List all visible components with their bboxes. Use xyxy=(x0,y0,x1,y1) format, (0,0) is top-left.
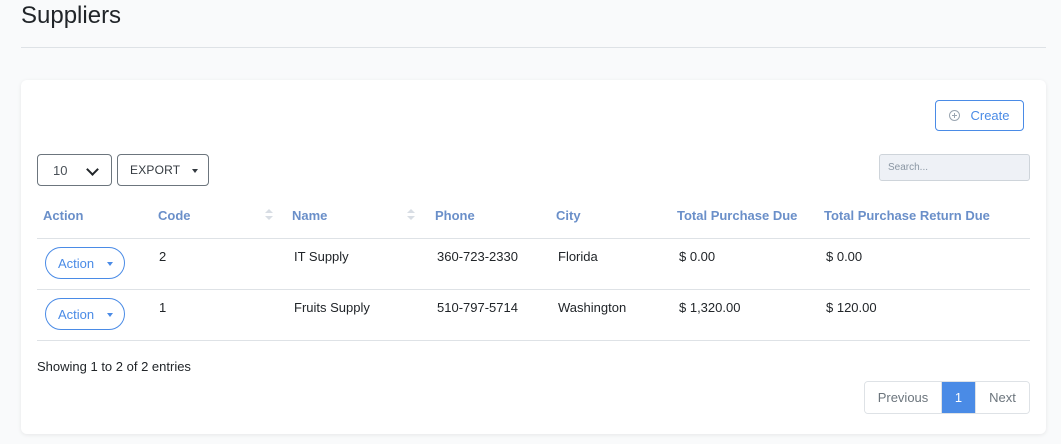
cell-total-purchase-due: $ 1,320.00 xyxy=(677,289,824,341)
column-header-phone[interactable]: Phone xyxy=(435,192,556,239)
cell-phone: 510-797-5714 xyxy=(435,289,556,341)
pagination-next-button[interactable]: Next xyxy=(975,382,1029,413)
table-info-text: Showing 1 to 2 of 2 entries xyxy=(37,359,191,374)
export-button-label: EXPORT xyxy=(130,163,181,177)
column-header-total-purchase-due[interactable]: Total Purchase Due xyxy=(677,192,824,239)
sort-icon xyxy=(265,209,273,221)
row-action-button[interactable]: Action xyxy=(45,298,125,330)
export-button[interactable]: EXPORT xyxy=(117,154,209,186)
pagination-previous-button[interactable]: Previous xyxy=(865,382,942,413)
table-row: Action 2 IT Supply 360-723-2330 Florida … xyxy=(37,238,1030,290)
page-length-select[interactable]: 10 xyxy=(37,154,112,186)
table-row: Action 1 Fruits Supply 510-797-5714 Wash… xyxy=(37,289,1030,341)
cell-action: Action xyxy=(37,238,158,290)
cell-code: 2 xyxy=(158,238,292,290)
page-length-value: 10 xyxy=(53,162,68,178)
caret-down-icon xyxy=(107,262,113,266)
title-divider xyxy=(21,47,1046,48)
pagination: Previous 1 Next xyxy=(864,381,1030,414)
cell-name: Fruits Supply xyxy=(292,289,435,341)
sort-icon xyxy=(407,209,415,221)
column-header-total-purchase-return-due[interactable]: Total Purchase Return Due xyxy=(824,192,1030,239)
cell-total-purchase-due: $ 0.00 xyxy=(677,238,824,290)
chevron-down-icon xyxy=(86,163,99,176)
column-header-action: Action xyxy=(37,192,158,239)
column-header-city[interactable]: City xyxy=(556,192,677,239)
cell-phone: 360-723-2330 xyxy=(435,238,556,290)
cell-name: IT Supply xyxy=(292,238,435,290)
search-input[interactable] xyxy=(879,154,1030,181)
caret-down-icon xyxy=(192,169,198,173)
cell-total-purchase-return-due: $ 0.00 xyxy=(824,238,1030,290)
cell-code: 1 xyxy=(158,289,292,341)
page-title: Suppliers xyxy=(21,2,122,29)
cell-total-purchase-return-due: $ 120.00 xyxy=(824,289,1030,341)
create-button[interactable]: Create xyxy=(935,100,1024,131)
column-header-name[interactable]: Name xyxy=(292,192,435,239)
cell-city: Florida xyxy=(556,238,677,290)
column-header-code[interactable]: Code xyxy=(158,192,292,239)
cell-action: Action xyxy=(37,289,158,341)
caret-down-icon xyxy=(107,313,113,317)
pagination-page-1[interactable]: 1 xyxy=(942,382,975,413)
create-button-label: Create xyxy=(970,108,1010,123)
table-header-row: Action Code Name Phone City Total Purcha… xyxy=(37,192,1030,239)
suppliers-table: Action Code Name Phone City Total Purcha… xyxy=(37,192,1030,341)
plus-circle-icon xyxy=(949,110,961,121)
row-action-label: Action xyxy=(58,306,95,322)
row-action-label: Action xyxy=(58,255,95,271)
suppliers-card: Create 10 EXPORT Action Code Name Phone … xyxy=(21,80,1046,434)
row-action-button[interactable]: Action xyxy=(45,247,125,279)
cell-city: Washington xyxy=(556,289,677,341)
